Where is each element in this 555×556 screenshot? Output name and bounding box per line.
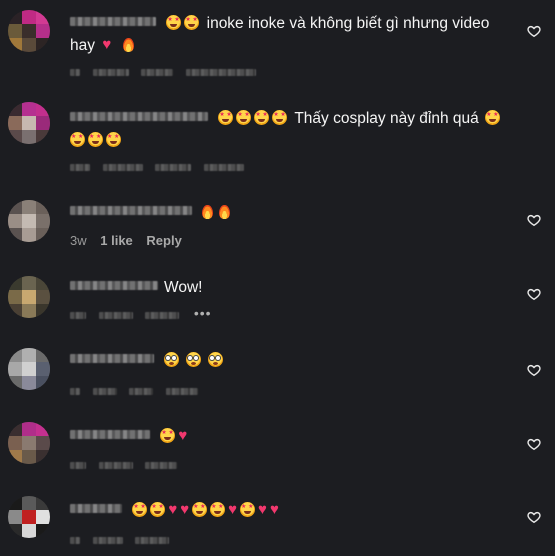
username[interactable] <box>70 281 158 291</box>
flushed-face-emoji <box>186 352 202 368</box>
comment-meta <box>70 457 186 473</box>
timestamp <box>70 164 90 172</box>
fire-emoji <box>219 204 231 219</box>
username[interactable] <box>70 206 192 216</box>
flushed-face-emoji <box>208 352 224 368</box>
heart-outline-icon[interactable] <box>527 363 541 377</box>
timestamp <box>70 388 80 396</box>
heart-emoji: ♥ <box>228 500 238 518</box>
username[interactable] <box>70 112 208 122</box>
more-info <box>165 388 198 396</box>
like-count[interactable] <box>92 69 129 77</box>
star-struck-emoji <box>236 110 252 126</box>
star-struck-emoji <box>132 502 148 518</box>
comment-text: hay <box>70 37 95 54</box>
like-count[interactable] <box>92 388 117 396</box>
star-struck-emoji <box>184 15 200 31</box>
avatar[interactable] <box>8 348 50 390</box>
star-struck-emoji <box>210 502 226 518</box>
star-struck-emoji <box>485 110 501 126</box>
heart-outline-icon[interactable] <box>527 287 541 301</box>
star-struck-emoji <box>254 110 270 126</box>
more-info <box>203 164 244 172</box>
comment-meta <box>70 532 178 548</box>
reply-button[interactable] <box>155 164 192 172</box>
star-struck-emoji <box>218 110 234 126</box>
avatar[interactable] <box>8 10 50 52</box>
timestamp: 3w <box>70 233 87 248</box>
like-count[interactable] <box>92 537 123 545</box>
avatar[interactable] <box>8 276 50 318</box>
star-struck-emoji <box>106 132 121 148</box>
more-info <box>185 69 256 77</box>
flushed-face-emoji <box>164 352 180 368</box>
star-struck-emoji <box>150 502 166 518</box>
star-struck-emoji <box>192 502 208 518</box>
heart-emoji: ♥ <box>269 500 279 518</box>
heart-emoji: ♥ <box>168 500 178 518</box>
like-count[interactable] <box>98 462 133 470</box>
reply-button[interactable] <box>145 462 178 470</box>
fire-emoji <box>202 204 214 219</box>
reply-button[interactable] <box>135 537 170 545</box>
star-struck-emoji <box>88 132 103 148</box>
comment-meta: ••• <box>70 305 212 323</box>
avatar[interactable] <box>8 200 50 242</box>
star-struck-emoji <box>160 428 176 444</box>
username[interactable] <box>70 17 156 27</box>
comment-body: Thấy cosplay này đỉnh quá <box>70 108 515 152</box>
username[interactable] <box>70 430 150 440</box>
like-count[interactable] <box>98 312 133 320</box>
heart-emoji: ♥ <box>102 35 112 53</box>
heart-emoji: ♥ <box>180 500 190 518</box>
fire-emoji <box>122 37 134 52</box>
ellipsis-icon[interactable]: ••• <box>194 305 212 321</box>
comment-body: ♥♥♥♥♥ <box>70 500 515 522</box>
username[interactable] <box>70 354 154 364</box>
comment-body <box>70 350 515 372</box>
heart-emoji: ♥ <box>178 426 188 444</box>
comment-body <box>70 202 515 224</box>
star-struck-emoji <box>272 110 288 126</box>
like-count[interactable]: 1 like <box>100 233 133 249</box>
reply-button[interactable] <box>141 69 174 77</box>
heart-outline-icon[interactable] <box>527 510 541 524</box>
comment-text: Wow! <box>164 279 203 296</box>
heart-outline-icon[interactable] <box>527 437 541 451</box>
heart-emoji: ♥ <box>258 500 267 518</box>
username[interactable] <box>70 504 122 514</box>
like-count[interactable] <box>102 164 143 172</box>
reply-button[interactable]: Reply <box>146 233 181 249</box>
comment-body: Wow! <box>70 277 515 299</box>
comment-body: inoke inoke và không biết gì nhưng video… <box>70 13 515 57</box>
comment-meta <box>70 383 207 399</box>
timestamp <box>70 312 86 320</box>
comment-meta <box>70 159 253 175</box>
comment-body: ♥ <box>70 426 515 448</box>
timestamp <box>70 537 80 545</box>
timestamp <box>70 462 86 470</box>
comment-meta <box>70 64 265 80</box>
avatar[interactable] <box>8 422 50 464</box>
reply-button[interactable] <box>129 388 154 396</box>
star-struck-emoji <box>70 132 85 148</box>
avatar[interactable] <box>8 496 50 538</box>
comment-text: Thấy cosplay này đỉnh quá <box>294 110 479 127</box>
comment-meta: 3w 1 like Reply <box>70 233 192 249</box>
star-struck-emoji <box>166 15 182 31</box>
heart-outline-icon[interactable] <box>527 24 541 38</box>
star-struck-emoji <box>240 502 256 518</box>
timestamp <box>70 69 80 77</box>
comment-text: inoke inoke và không biết gì nhưng video <box>206 15 490 32</box>
reply-button[interactable] <box>145 312 180 320</box>
heart-outline-icon[interactable] <box>527 213 541 227</box>
avatar[interactable] <box>8 102 50 144</box>
